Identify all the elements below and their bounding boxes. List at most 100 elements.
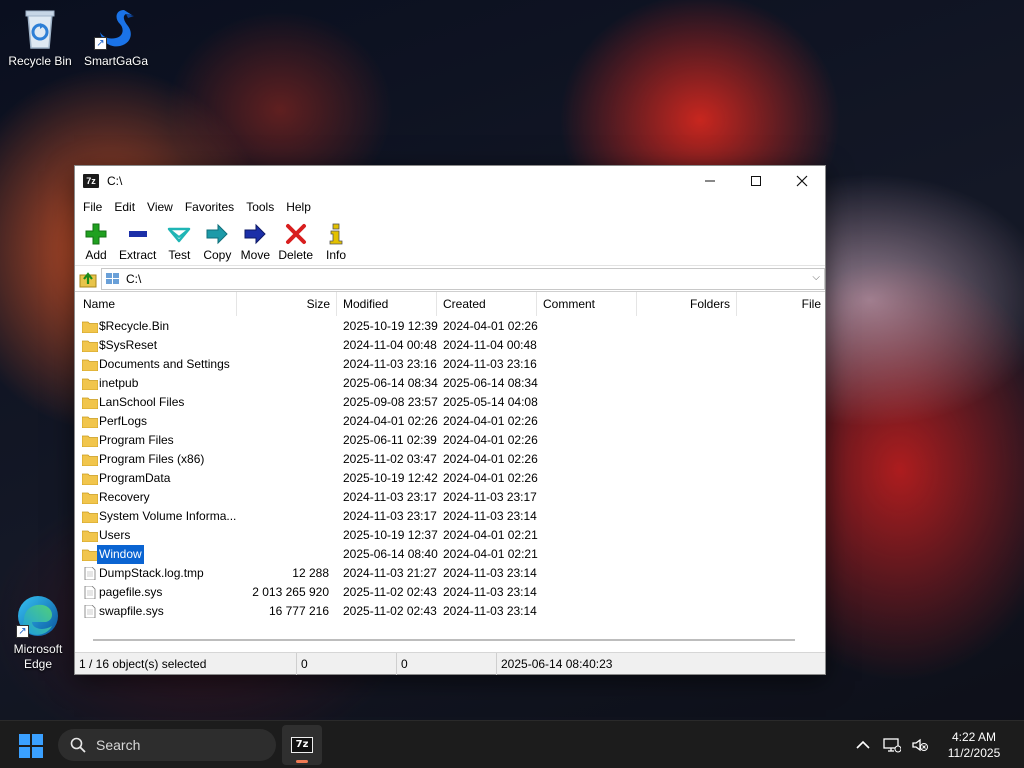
file-created: 2024-04-01 02:26 [443,452,538,466]
volume-muted-icon[interactable] [906,737,934,753]
file-name: Documents and Settings [99,357,230,371]
address-input[interactable]: C:\ ⌵ [101,267,825,290]
table-row[interactable]: DumpStack.log.tmp 12 288 2024-11-03 21:27 2… [75,564,825,583]
column-comment[interactable]: Comment [537,292,637,316]
file-modified: 2025-11-02 02:43 [343,585,437,599]
table-row[interactable]: swapfile.sys 16 777 216 2025-11-02 02:43 20… [75,602,825,621]
taskbar-search-box[interactable]: Search [58,729,276,761]
info-button[interactable]: Info [317,218,355,262]
table-row[interactable]: Program Files 2025-06-11 02:39 2024-04-01 … [75,431,825,450]
column-name[interactable]: Name [77,292,237,316]
status-size: 0 [297,653,397,675]
column-modified[interactable]: Modified [337,292,437,316]
table-row[interactable]: Window 2025-06-14 08:40 2024-04-01 02:21 [75,545,825,564]
chevron-down-icon[interactable]: ⌵ [812,272,820,283]
delete-label: Delete [278,248,314,262]
scrollbar-thumb[interactable] [93,639,795,641]
file-name: LanSchool Files [99,395,185,409]
search-icon [70,737,86,753]
plus-icon [84,222,108,246]
column-files[interactable]: File [737,292,827,316]
taskbar-clock[interactable]: 4:22 AM 11/2/2025 [934,729,1014,761]
table-row[interactable]: Recovery 2024-11-03 23:17 2024-11-03 23:17 [75,488,825,507]
file-modified: 2025-06-14 08:34 [343,376,438,390]
desktop-icon-smartgaga[interactable]: ↗ SmartGaGa [78,6,154,68]
menu-view[interactable]: View [141,196,179,218]
menu-edit[interactable]: Edit [108,196,141,218]
table-row[interactable]: Documents and Settings 2024-11-03 23:16 20… [75,355,825,374]
table-row[interactable]: inetpub 2025-06-14 08:34 2025-06-14 08:34 [75,374,825,393]
table-row[interactable]: $SysReset 2024-11-04 00:48 2024-11-04 00:4… [75,336,825,355]
desktop-icon-label: Microsoft Edge [13,642,63,671]
move-button[interactable]: Move [236,218,274,262]
clock-time: 4:22 AM [951,730,997,744]
file-modified: 2024-04-01 02:26 [343,414,438,428]
copy-arrow-icon [205,222,229,246]
desktop-icon-recycle-bin[interactable]: Recycle Bin [2,6,78,68]
file-created: 2024-04-01 02:26 [443,471,538,485]
maximize-icon [751,176,761,186]
status-modified: 2025-06-14 08:40:23 [501,657,613,671]
file-modified: 2025-10-19 12:39 [343,319,438,333]
menu-help[interactable]: Help [280,196,317,218]
column-size[interactable]: Size [237,292,337,316]
menu-tools[interactable]: Tools [240,196,280,218]
table-row[interactable]: System Volume Informa... 2024-11-03 23:17… [75,507,825,526]
file-size: 2 013 265 920 [252,585,329,599]
file-modified: 2025-11-02 02:43 [343,604,437,618]
file-created: 2024-11-04 00:48 [443,338,537,352]
shortcut-arrow-icon: ↗ [16,625,29,638]
delete-x-icon [284,222,308,246]
search-placeholder: Search [96,737,141,753]
file-created: 2025-06-14 08:34 [443,376,538,390]
file-name: PerfLogs [99,414,148,428]
test-button[interactable]: Test [160,218,198,262]
drive-icon [106,272,119,284]
table-row[interactable]: LanSchool Files 2025-09-08 23:57 2025-05-1… [75,393,825,412]
table-row[interactable]: $Recycle.Bin 2025-10-19 12:39 2024-04-01 0… [75,317,825,336]
delete-button[interactable]: Delete [274,218,317,262]
column-header-row: Name Size Modified Created Comment Folde… [75,292,825,316]
file-name: $Recycle.Bin [99,319,170,333]
file-created: 2024-04-01 02:21 [443,528,538,542]
file-name: Program Files (x86) [99,452,205,466]
up-folder-icon [79,271,97,287]
add-button[interactable]: Add [77,218,115,262]
file-modified: 2024-11-03 23:16 [343,357,437,371]
column-created[interactable]: Created [437,292,537,316]
up-folder-button[interactable] [75,267,101,291]
file-created: 2024-04-01 02:26 [443,433,538,447]
desktop-icon-edge[interactable]: ↗ Microsoft Edge [0,594,76,672]
taskbar-7zip-button[interactable]: 7z [282,725,322,765]
status-bar: 1 / 16 object(s) selected 0 0 2025-06-14… [75,652,825,675]
column-folders[interactable]: Folders [637,292,737,316]
title-bar[interactable]: 7z C:\ [75,166,825,196]
menu-favorites[interactable]: Favorites [179,196,240,218]
file-name: pagefile.sys [99,585,163,599]
copy-button[interactable]: Copy [198,218,236,262]
file-created: 2024-04-01 02:26 [443,414,538,428]
menu-bar: File Edit View Favorites Tools Help [75,196,825,218]
file-modified: 2024-11-04 00:48 [343,338,437,352]
move-label: Move [240,248,271,262]
menu-file[interactable]: File [77,196,108,218]
file-modified: 2024-11-03 23:17 [343,490,437,504]
table-row[interactable]: pagefile.sys 2 013 265 920 2025-11-02 02:4… [75,583,825,602]
chevron-up-icon[interactable] [848,740,878,750]
start-button[interactable] [18,733,44,759]
table-row[interactable]: ProgramData 2025-10-19 12:42 2024-04-01 02… [75,469,825,488]
minimize-button[interactable] [687,166,733,196]
file-name: inetpub [99,376,139,390]
network-icon[interactable] [878,737,906,753]
horizontal-scrollbar[interactable] [75,632,825,648]
file-name: $SysReset [99,338,158,352]
maximize-button[interactable] [733,166,779,196]
file-created: 2024-11-03 23:14 [443,509,537,523]
close-button[interactable] [779,166,825,196]
table-row[interactable]: PerfLogs 2024-04-01 02:26 2024-04-01 02:26 [75,412,825,431]
table-row[interactable]: Program Files (x86) 2025-11-02 03:47 2024-… [75,450,825,469]
file-created: 2024-11-03 23:14 [443,585,537,599]
info-icon [324,222,348,246]
extract-button[interactable]: Extract [115,218,160,262]
table-row[interactable]: Users 2025-10-19 12:37 2024-04-01 02:21 [75,526,825,545]
